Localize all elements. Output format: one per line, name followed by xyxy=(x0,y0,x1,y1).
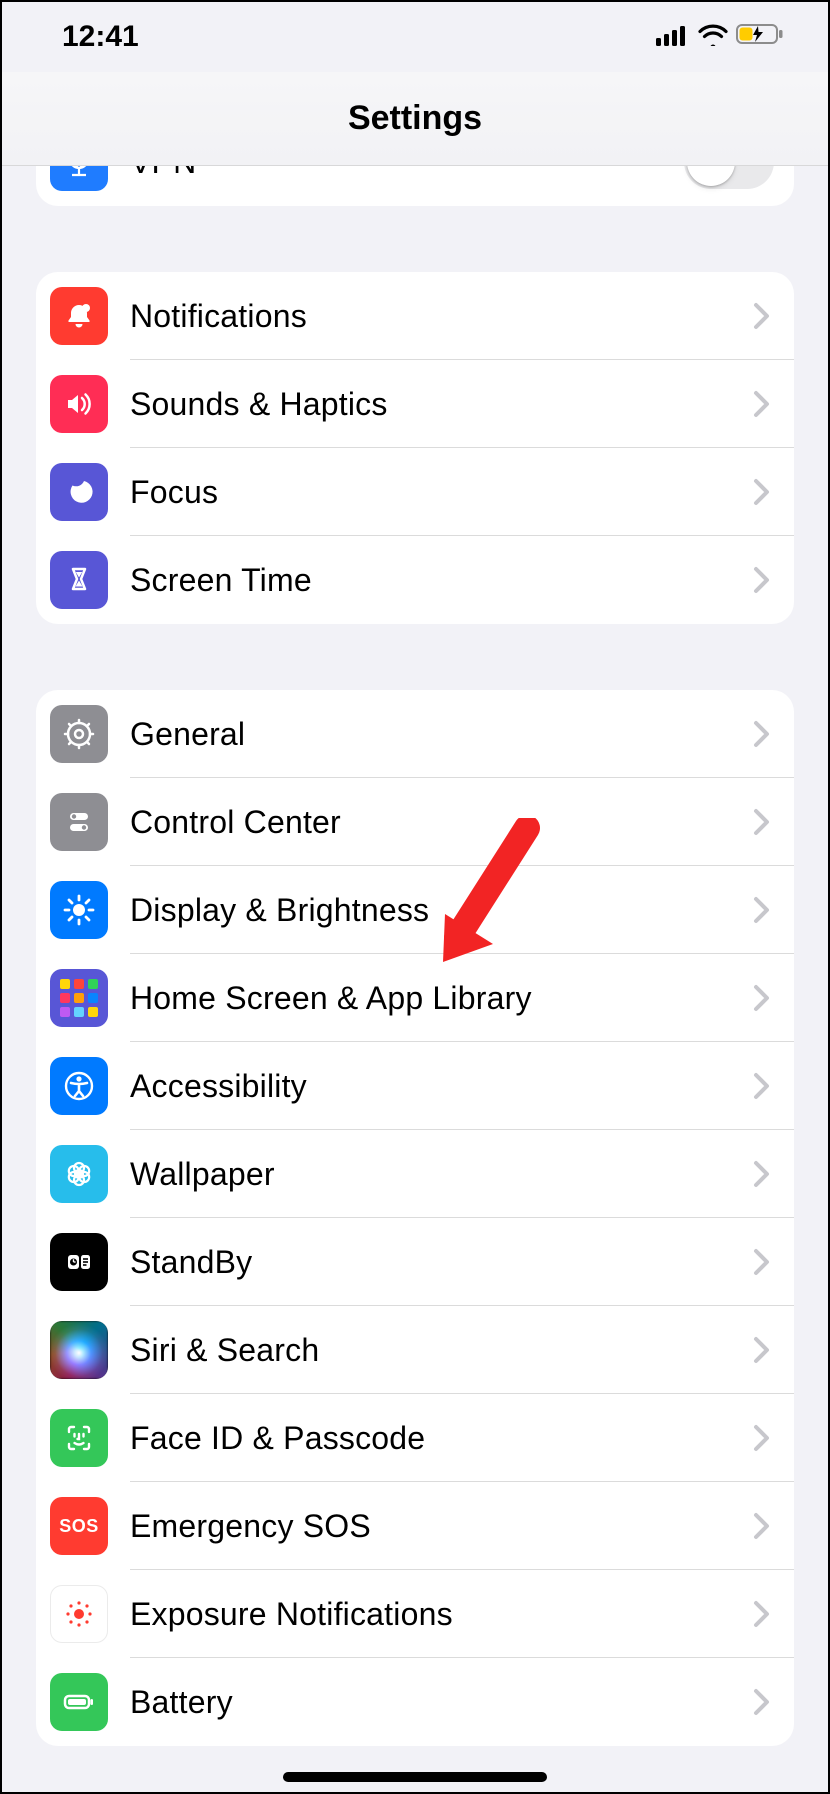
status-bar: 12:41 xyxy=(2,2,828,72)
standby-icon xyxy=(50,1233,108,1291)
control-center-icon xyxy=(50,793,108,851)
chevron-right-icon xyxy=(750,1333,774,1367)
settings-row-label: Focus xyxy=(130,474,750,511)
chevron-right-icon xyxy=(750,893,774,927)
settings-row-display[interactable]: Display & Brightness xyxy=(36,866,794,954)
settings-row-exposure[interactable]: Exposure Notifications xyxy=(36,1570,794,1658)
settings-row-vpn[interactable]: VPN xyxy=(36,166,794,206)
screen-time-icon xyxy=(50,551,108,609)
focus-icon xyxy=(50,463,108,521)
chevron-right-icon xyxy=(750,475,774,509)
settings-row-siri[interactable]: Siri & Search xyxy=(36,1306,794,1394)
nav-bar: Settings xyxy=(2,72,828,166)
settings-row-label: StandBy xyxy=(130,1244,750,1281)
settings-row-label: Notifications xyxy=(130,298,750,335)
settings-scroll[interactable]: VPN Notifications xyxy=(2,166,828,1794)
sos-icon-text: SOS xyxy=(59,1516,99,1537)
chevron-right-icon xyxy=(750,387,774,421)
chevron-right-icon xyxy=(750,981,774,1015)
chevron-right-icon xyxy=(750,563,774,597)
settings-row-label: Control Center xyxy=(130,804,750,841)
battery-icon xyxy=(50,1673,108,1731)
settings-row-wallpaper[interactable]: Wallpaper xyxy=(36,1130,794,1218)
notifications-icon xyxy=(50,287,108,345)
settings-row-control-center[interactable]: Control Center xyxy=(36,778,794,866)
chevron-right-icon xyxy=(750,1421,774,1455)
settings-row-label: Screen Time xyxy=(130,562,750,599)
settings-row-battery[interactable]: Battery xyxy=(36,1658,794,1746)
settings-row-label: Face ID & Passcode xyxy=(130,1420,750,1457)
settings-row-focus[interactable]: Focus xyxy=(36,448,794,536)
chevron-right-icon xyxy=(750,805,774,839)
settings-row-label: General xyxy=(130,716,750,753)
settings-row-label: Home Screen & App Library xyxy=(130,980,750,1017)
settings-row-general[interactable]: General xyxy=(36,690,794,778)
settings-row-label: Emergency SOS xyxy=(130,1508,750,1545)
settings-row-label: Siri & Search xyxy=(130,1332,750,1369)
settings-row-label: Battery xyxy=(130,1684,750,1721)
vpn-toggle[interactable] xyxy=(684,166,774,189)
settings-row-label: Wallpaper xyxy=(130,1156,750,1193)
display-brightness-icon xyxy=(50,881,108,939)
cellular-signal-icon xyxy=(656,20,690,54)
vpn-icon xyxy=(50,166,108,191)
settings-row-standby[interactable]: StandBy xyxy=(36,1218,794,1306)
chevron-right-icon xyxy=(750,299,774,333)
chevron-right-icon xyxy=(750,1245,774,1279)
settings-row-screen-time[interactable]: Screen Time xyxy=(36,536,794,624)
status-icons xyxy=(656,20,784,54)
home-screen-icon xyxy=(50,969,108,1027)
chevron-right-icon xyxy=(750,717,774,751)
sos-icon: SOS xyxy=(50,1497,108,1555)
wallpaper-icon xyxy=(50,1145,108,1203)
settings-row-label: Accessibility xyxy=(130,1068,750,1105)
settings-row-faceid[interactable]: Face ID & Passcode xyxy=(36,1394,794,1482)
settings-row-notifications[interactable]: Notifications xyxy=(36,272,794,360)
battery-charging-icon xyxy=(736,20,784,54)
settings-row-label: Exposure Notifications xyxy=(130,1596,750,1633)
app-grid-icon xyxy=(60,979,98,1017)
settings-row-label: VPN xyxy=(130,166,684,181)
settings-row-label: Sounds & Haptics xyxy=(130,386,750,423)
settings-row-accessibility[interactable]: Accessibility xyxy=(36,1042,794,1130)
settings-group-general: General Control Center xyxy=(36,690,794,1746)
settings-row-sounds[interactable]: Sounds & Haptics xyxy=(36,360,794,448)
general-icon xyxy=(50,705,108,763)
chevron-right-icon xyxy=(750,1509,774,1543)
chevron-right-icon xyxy=(750,1597,774,1631)
wifi-icon xyxy=(698,20,728,54)
status-time: 12:41 xyxy=(62,20,139,54)
settings-group-network: VPN xyxy=(36,166,794,206)
settings-row-label: Display & Brightness xyxy=(130,892,750,929)
chevron-right-icon xyxy=(750,1685,774,1719)
page-title: Settings xyxy=(348,99,482,138)
settings-row-emergency-sos[interactable]: SOS Emergency SOS xyxy=(36,1482,794,1570)
accessibility-icon xyxy=(50,1057,108,1115)
chevron-right-icon xyxy=(750,1069,774,1103)
sounds-icon xyxy=(50,375,108,433)
settings-group-alerts: Notifications Sounds & Haptics xyxy=(36,272,794,624)
exposure-notifications-icon xyxy=(50,1585,108,1643)
face-id-icon xyxy=(50,1409,108,1467)
home-indicator[interactable] xyxy=(283,1772,547,1782)
siri-icon xyxy=(50,1321,108,1379)
settings-row-home-screen[interactable]: Home Screen & App Library xyxy=(36,954,794,1042)
chevron-right-icon xyxy=(750,1157,774,1191)
